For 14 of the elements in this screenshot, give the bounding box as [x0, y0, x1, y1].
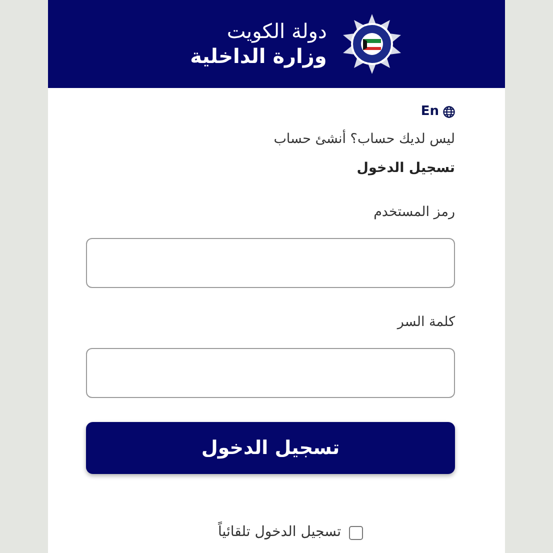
ministry-subtitle: دولة الكويت — [226, 19, 327, 43]
ministry-title: وزارة الداخلية — [190, 43, 327, 69]
input-field[interactable] — [86, 238, 455, 288]
field-label: كلمة السر — [396, 313, 455, 332]
login-button[interactable]: تسجيل الدخول — [86, 422, 455, 474]
field-label: رمز المستخدم — [372, 202, 455, 222]
input-field[interactable] — [86, 348, 455, 398]
language-link[interactable]: En — [420, 102, 455, 122]
remember-checkbox[interactable] — [349, 526, 363, 540]
form-title: تسجيل الدخول — [356, 158, 455, 178]
police-emblem-icon — [340, 13, 403, 75]
remember-label: تسجيل الدخول تلقائياً — [218, 522, 341, 544]
globe-icon — [443, 106, 455, 118]
create-account-link[interactable]: ليس لديك حساب؟ أنشئ حساب — [274, 130, 455, 146]
